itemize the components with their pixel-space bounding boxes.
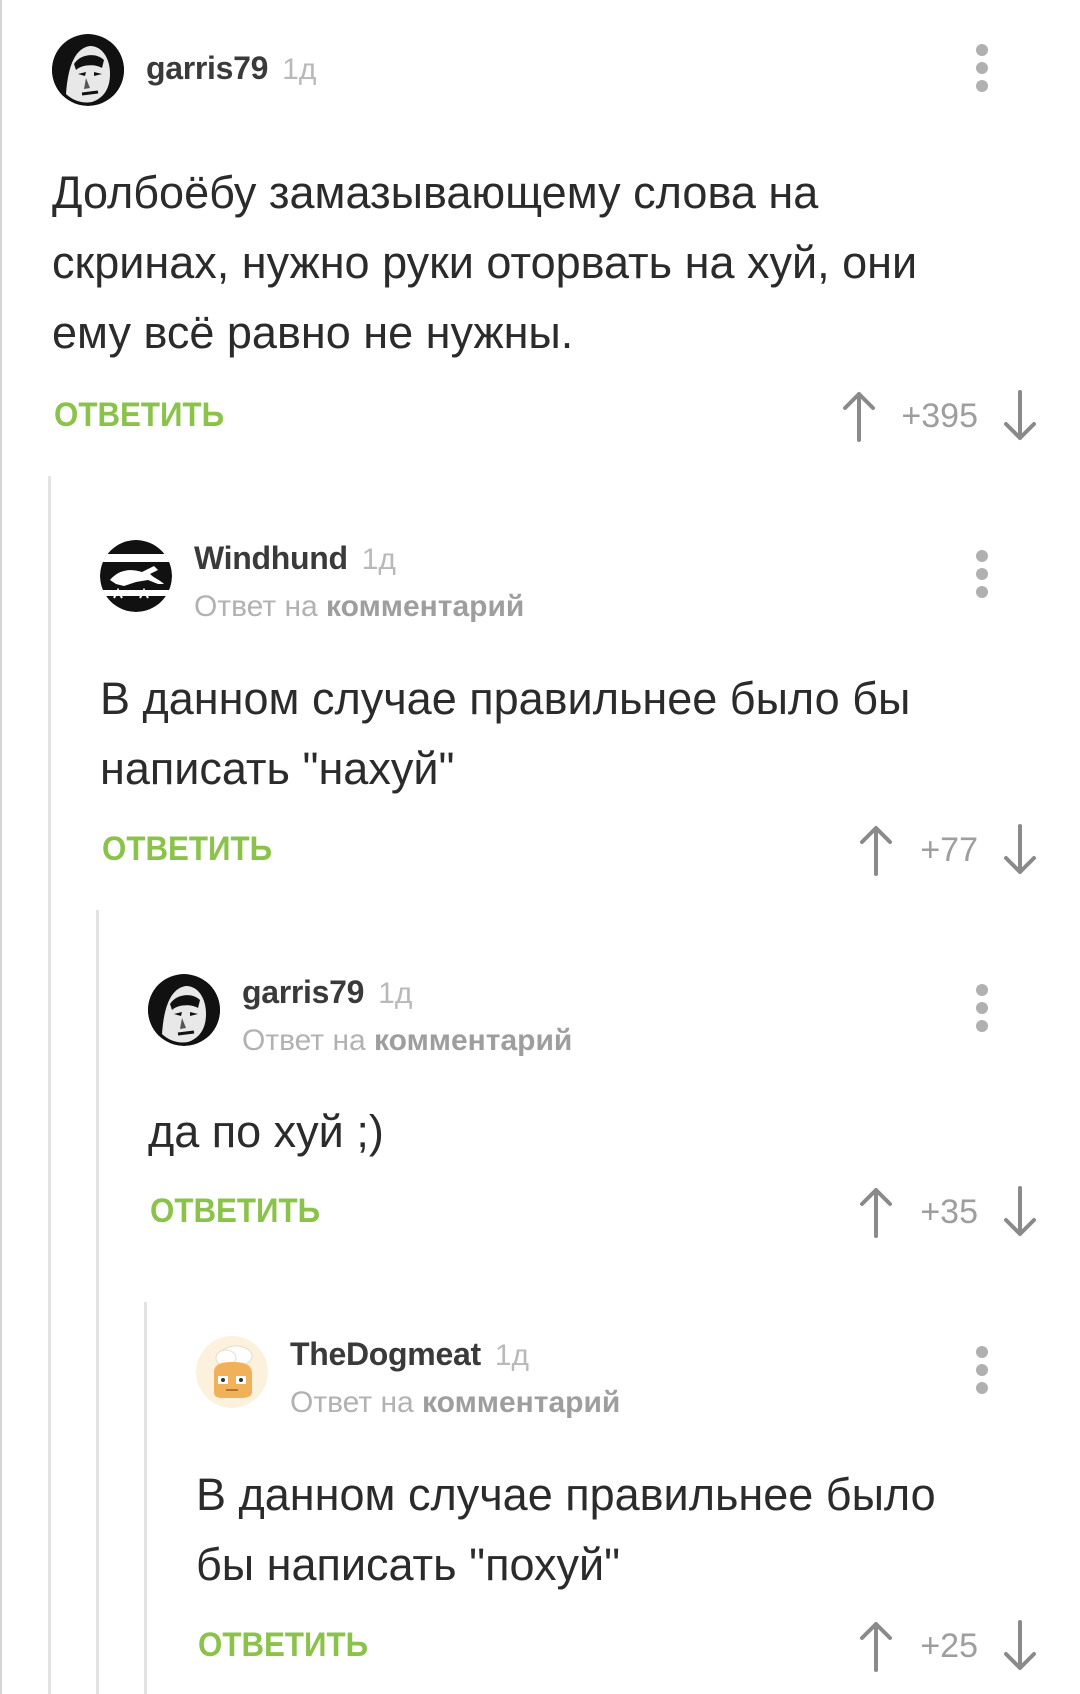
- avatar[interactable]: [196, 1336, 268, 1408]
- timestamp: 1д: [378, 977, 413, 1010]
- arrow-down-icon[interactable]: [1000, 390, 1040, 442]
- more-vertical-icon: [976, 44, 988, 56]
- vote-score: +77: [920, 830, 978, 869]
- username[interactable]: garris79: [242, 974, 364, 1011]
- vote-score: +25: [920, 1626, 978, 1665]
- thread-line-level-1: [48, 476, 51, 1694]
- thread-line-level-3: [144, 1302, 147, 1694]
- reply-button[interactable]: ОТВЕТИТЬ: [150, 1192, 320, 1231]
- avatar-portrait-icon: [52, 34, 124, 106]
- username[interactable]: Windhund: [194, 540, 348, 577]
- parent-comment-link[interactable]: комментарий: [374, 1024, 572, 1057]
- arrow-up-icon[interactable]: [839, 390, 879, 442]
- page-edge: [0, 0, 2, 1694]
- reply-to: Ответ на комментарий: [194, 590, 525, 623]
- timestamp: 1д: [282, 53, 317, 86]
- reply-button[interactable]: ОТВЕТИТЬ: [102, 830, 272, 869]
- avatar-portrait-icon: [148, 974, 220, 1046]
- avatar[interactable]: [148, 974, 220, 1046]
- more-vertical-icon: [976, 550, 988, 562]
- avatar-greyhound-icon: [100, 540, 172, 612]
- comment-text: Долбоёбу замазывающему слова на скринах,…: [52, 167, 918, 358]
- vote-score: +395: [901, 396, 978, 435]
- arrow-up-icon[interactable]: [856, 1186, 896, 1238]
- arrow-down-icon[interactable]: [1000, 1620, 1040, 1672]
- more-vertical-icon: [976, 984, 988, 996]
- reply-to: Ответ на комментарий: [290, 1386, 621, 1419]
- reply-to: Ответ на комментарий: [242, 1024, 573, 1057]
- arrow-up-icon[interactable]: [856, 824, 896, 876]
- reply-button[interactable]: ОТВЕТИТЬ: [198, 1626, 368, 1665]
- comment-menu-button[interactable]: [964, 550, 1000, 598]
- timestamp: 1д: [361, 543, 396, 576]
- comment-menu-button[interactable]: [964, 1346, 1000, 1394]
- avatar-chef-icon: [196, 1336, 268, 1408]
- comment-text: В данном случае правильнее было бы напис…: [196, 1469, 936, 1590]
- comment-text: В данном случае правильнее было бы напис…: [100, 673, 911, 794]
- reply-button[interactable]: ОТВЕТИТЬ: [54, 396, 224, 435]
- avatar[interactable]: [52, 34, 124, 106]
- timestamp: 1д: [494, 1339, 530, 1372]
- arrow-down-icon[interactable]: [1000, 824, 1040, 876]
- comment-menu-button[interactable]: [964, 44, 1000, 92]
- comment-text: да по хуй ;): [148, 1106, 384, 1157]
- avatar[interactable]: [100, 540, 172, 612]
- parent-comment-link[interactable]: комментарий: [422, 1386, 620, 1419]
- more-vertical-icon: [976, 1346, 988, 1358]
- username[interactable]: TheDogmeat: [290, 1336, 481, 1373]
- username[interactable]: garris79: [146, 50, 268, 87]
- arrow-down-icon[interactable]: [1000, 1186, 1040, 1238]
- thread-line-level-2: [96, 910, 99, 1694]
- vote-score: +35: [920, 1192, 978, 1231]
- parent-comment-link[interactable]: комментарий: [326, 590, 524, 623]
- comment-menu-button[interactable]: [964, 984, 1000, 1032]
- arrow-up-icon[interactable]: [856, 1620, 896, 1672]
